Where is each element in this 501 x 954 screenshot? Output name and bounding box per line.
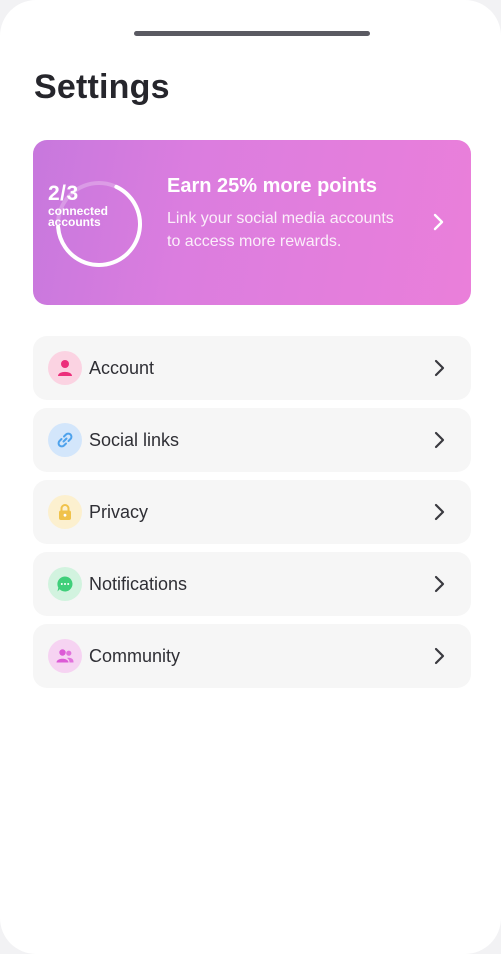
chevron-right-icon <box>434 431 445 449</box>
promo-description: Link your social media accounts to acces… <box>167 210 394 250</box>
chevron-right-icon <box>434 503 445 521</box>
settings-item-notifications[interactable]: Notifications <box>33 552 471 616</box>
settings-item-label: Privacy <box>89 502 149 522</box>
settings-item-label: Community <box>89 646 181 666</box>
settings-item-social-links[interactable]: Social links <box>33 408 471 472</box>
home-indicator[interactable] <box>134 31 370 36</box>
settings-item-label: Social links <box>89 430 180 450</box>
connected-count: 2/3 <box>48 182 79 205</box>
group-icon <box>56 649 74 663</box>
settings-item-community[interactable]: Community <box>33 624 471 688</box>
settings-item-privacy[interactable]: Privacy <box>33 480 471 544</box>
link-icon <box>57 432 73 448</box>
connected-caption: connected accounts <box>48 204 109 229</box>
person-icon <box>58 360 72 376</box>
chevron-right-icon <box>434 647 445 665</box>
notifications-icon-badge <box>48 567 82 601</box>
settings-item-account[interactable]: Account <box>33 336 471 400</box>
account-icon-badge <box>48 351 82 385</box>
community-icon-badge <box>48 639 82 673</box>
settings-item-label: Notifications <box>89 574 188 594</box>
chevron-right-icon <box>434 575 445 593</box>
connected-accounts-banner[interactable]: 2/3 connected accounts Earn 25% more poi… <box>33 140 471 305</box>
promo-heading: Earn 25% more points <box>167 175 378 197</box>
chat-bubble-icon <box>57 576 73 592</box>
settings-item-label: Account <box>89 358 155 378</box>
social-links-icon-badge <box>48 423 82 457</box>
settings-list: Account Social links Privacy Notificatio… <box>33 336 471 696</box>
page-title: Settings <box>34 68 170 106</box>
lock-icon <box>59 504 71 520</box>
privacy-icon-badge <box>48 495 82 529</box>
phone-screen: Settings 2/3 connected accounts Earn 25%… <box>0 0 501 954</box>
chevron-right-icon <box>433 213 444 231</box>
chevron-right-icon <box>434 359 445 377</box>
